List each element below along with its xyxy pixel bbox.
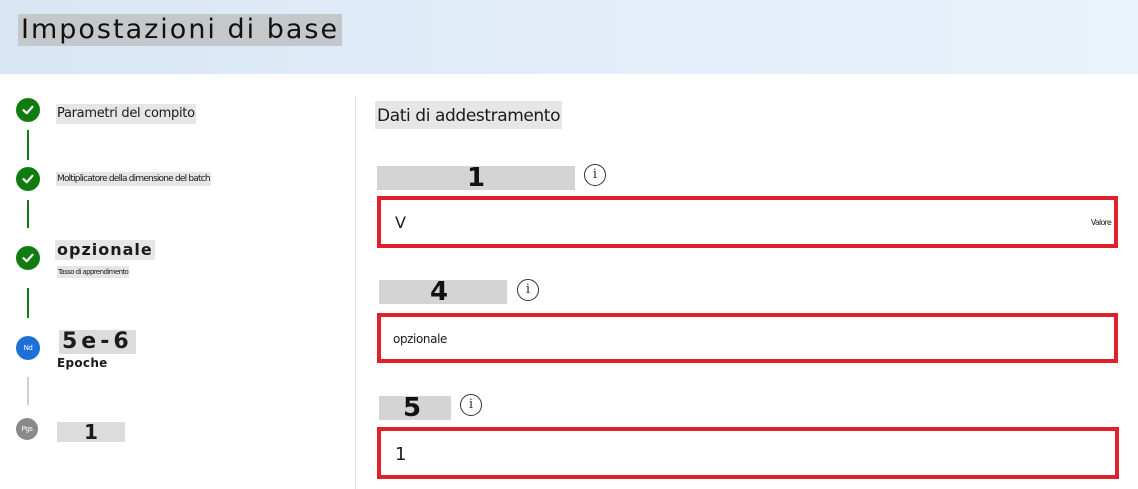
check-icon bbox=[22, 105, 34, 115]
field-1-label: 1 bbox=[377, 166, 575, 190]
step-4-current-badge[interactable]: Nd bbox=[16, 336, 40, 360]
step-1-label[interactable]: Parametri del compito bbox=[56, 104, 196, 124]
field-1-suffix: Valore bbox=[1090, 218, 1112, 227]
field-1-value: V bbox=[395, 213, 406, 232]
step-5-label[interactable]: 1 bbox=[57, 422, 125, 442]
step-connector bbox=[27, 200, 29, 228]
step-3-sublabel: Tasso di apprendimento bbox=[57, 266, 130, 278]
field-3-input[interactable]: 1 bbox=[377, 427, 1119, 479]
page-title: Impostazioni di base bbox=[18, 14, 343, 46]
step-4-sublabel: Epoche bbox=[57, 356, 108, 370]
step-1-check-icon[interactable] bbox=[16, 98, 40, 122]
step-connector bbox=[27, 377, 29, 405]
field-3-value: 1 bbox=[395, 444, 407, 465]
info-icon[interactable]: i bbox=[517, 279, 539, 301]
step-2-check-icon[interactable] bbox=[16, 167, 40, 191]
info-icon[interactable]: i bbox=[460, 394, 482, 416]
field-3-label: 5 bbox=[379, 396, 451, 420]
field-2-input[interactable]: opzionale bbox=[377, 313, 1118, 363]
step-3-check-icon[interactable] bbox=[16, 246, 40, 270]
field-2-value: opzionale bbox=[393, 332, 448, 346]
check-icon bbox=[22, 253, 34, 263]
wizard-stepper: Parametri del compito Moltiplicatore del… bbox=[0, 74, 355, 489]
field-2-label: 4 bbox=[379, 280, 507, 304]
section-title: Dati di addestramento bbox=[375, 101, 563, 129]
step-connector bbox=[27, 130, 29, 160]
step-5-pending-badge[interactable]: Pgs bbox=[16, 418, 38, 440]
step-connector bbox=[27, 288, 29, 318]
page-header: Impostazioni di base bbox=[0, 0, 1138, 74]
step-2-label[interactable]: Moltiplicatore della dimensione del batc… bbox=[56, 172, 211, 186]
step-4-label[interactable]: 5e-6 bbox=[59, 330, 136, 354]
check-icon bbox=[22, 174, 34, 184]
panel-divider bbox=[355, 96, 356, 489]
step-3-label[interactable]: opzionale bbox=[55, 240, 155, 260]
info-icon[interactable]: i bbox=[584, 164, 606, 186]
field-1-input[interactable]: V Valore bbox=[377, 196, 1118, 248]
